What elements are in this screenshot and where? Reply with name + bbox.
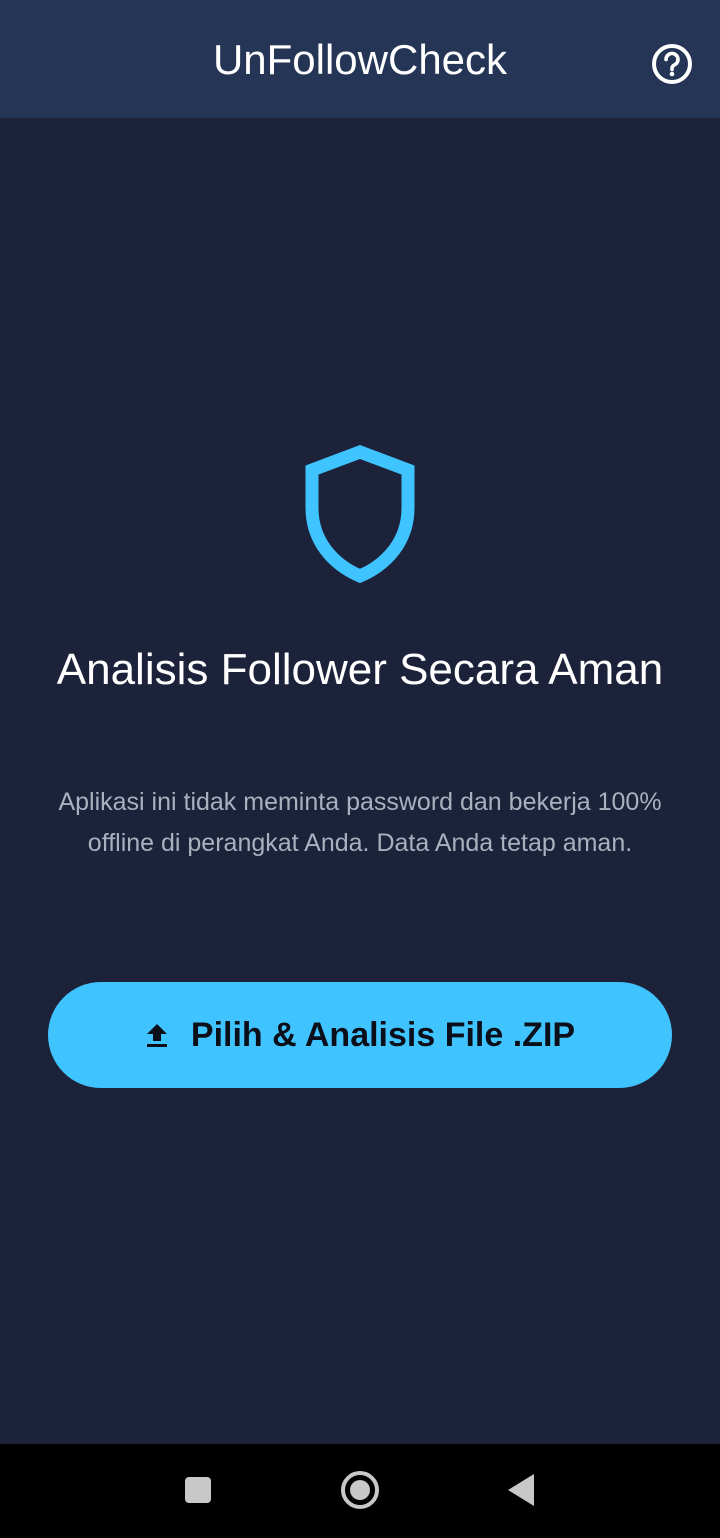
- circle-icon[interactable]: [338, 1468, 382, 1512]
- main-description: Aplikasi ini tidak meminta password dan …: [58, 788, 662, 857]
- select-analyze-zip-button[interactable]: Pilih & Analisis File .ZIP: [48, 982, 672, 1088]
- app-title: UnFollowCheck: [212, 36, 508, 83]
- square-icon[interactable]: [176, 1468, 220, 1512]
- triangle-back-icon[interactable]: [500, 1468, 544, 1512]
- help-circle-icon[interactable]: [650, 42, 694, 86]
- button-label: Pilih & Analisis File .ZIP: [190, 1015, 576, 1054]
- shield-outline-icon: [305, 445, 415, 584]
- app-bar: UnFollowCheck: [0, 0, 720, 118]
- upload-icon: [146, 1024, 167, 1047]
- main-heading: Analisis Follower Secara Aman: [56, 645, 664, 694]
